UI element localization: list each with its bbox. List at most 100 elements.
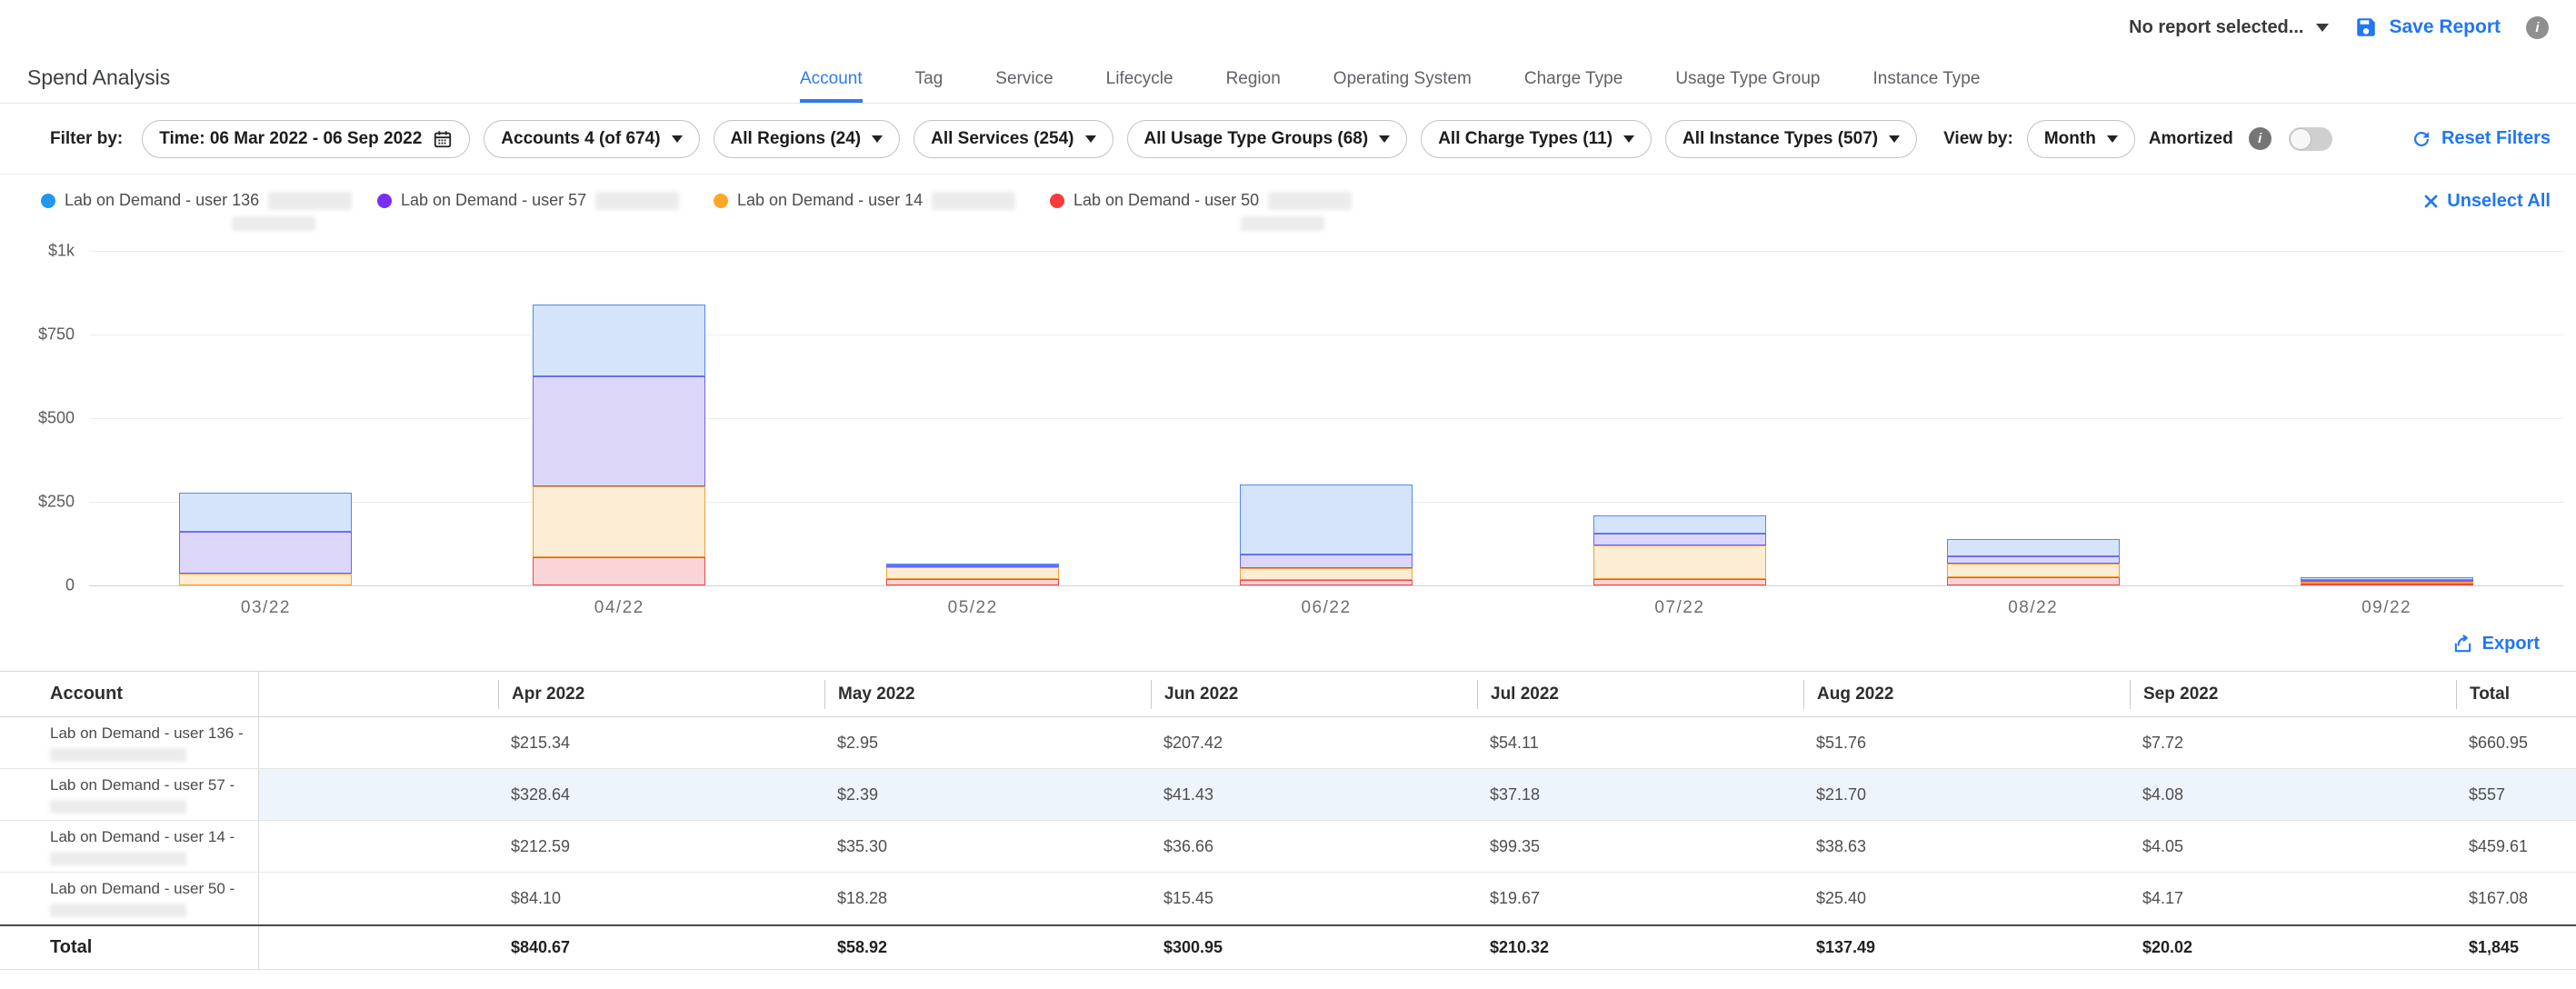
time-filter-pill[interactable]: Time: 06 Mar 2022 - 06 Sep 2022: [142, 120, 470, 158]
legend-label: Lab on Demand - user 136: [65, 191, 259, 210]
bar-segment-lab-on-demand-user-50[interactable]: [886, 579, 1059, 585]
export-button[interactable]: Export: [2452, 634, 2540, 654]
bar-segment-lab-on-demand-user-57[interactable]: [1947, 556, 2120, 564]
column-header-jun-2022: Jun 2022: [1151, 672, 1477, 716]
value-cell: $207.42: [1151, 734, 1477, 753]
save-report-button[interactable]: Save Report: [2354, 15, 2501, 39]
bar-07/22[interactable]: [1593, 515, 1766, 585]
bar-segment-lab-on-demand-user-50[interactable]: [1593, 579, 1766, 585]
bar-03/22[interactable]: [179, 493, 352, 585]
tab-region[interactable]: Region: [1226, 69, 1281, 103]
filter-pill-regions[interactable]: All Regions (24): [714, 120, 901, 158]
filter-pill-services[interactable]: All Services (254): [914, 120, 1113, 158]
legend-item[interactable]: Lab on Demand - user 57: [377, 191, 714, 210]
filter-bar: Filter by: Time: 06 Mar 2022 - 06 Sep 20…: [0, 104, 2576, 175]
tab-tag[interactable]: Tag: [915, 69, 944, 103]
bar-slot-08/22: [1856, 251, 2210, 585]
chevron-down-icon: [672, 135, 683, 143]
filter-pill-4[interactable]: Accounts 4 (of 674): [484, 120, 699, 158]
legend-item[interactable]: Lab on Demand - user 50: [1050, 191, 1386, 210]
bar-06/22[interactable]: [1240, 485, 1413, 585]
filter-pill-label: Accounts 4 (of 674): [501, 129, 660, 149]
account-name: Lab on Demand - user 14 -: [50, 827, 258, 846]
unselect-all-button[interactable]: Unselect All: [2422, 191, 2551, 212]
bar-segment-lab-on-demand-user-14[interactable]: [179, 574, 352, 585]
column-header-sep-2022: Sep 2022: [2130, 672, 2456, 716]
export-icon: [2452, 634, 2473, 654]
legend-item[interactable]: Lab on Demand - user 14: [714, 191, 1050, 210]
filter-pill-charge[interactable]: All Charge Types (11): [1421, 120, 1652, 158]
bar-segment-lab-on-demand-user-136[interactable]: [1947, 539, 2120, 556]
value-cell: $328.64: [498, 769, 824, 820]
tab-usage-type-group[interactable]: Usage Type Group: [1675, 69, 1820, 103]
filter-pills-group: Accounts 4 (of 674) All Regions (24) All S…: [484, 120, 1917, 158]
account-cell: Lab on Demand - user 57 -: [0, 769, 259, 820]
bar-segment-lab-on-demand-user-57[interactable]: [533, 376, 705, 486]
value-cell: $660.95: [2456, 734, 2576, 753]
tab-instance-type[interactable]: Instance Type: [1872, 69, 1980, 103]
bar-segment-lab-on-demand-user-136[interactable]: [179, 493, 352, 532]
chevron-down-icon: [1379, 135, 1390, 143]
chevron-down-icon: [1623, 135, 1634, 143]
close-icon: [2422, 193, 2440, 210]
bar-segment-lab-on-demand-user-50[interactable]: [533, 557, 705, 585]
bar-segment-lab-on-demand-user-57[interactable]: [1240, 554, 1413, 568]
bar-09/22[interactable]: [2301, 577, 2473, 585]
bar-segment-lab-on-demand-user-50[interactable]: [1947, 577, 2120, 585]
bar-segment-lab-on-demand-user-136[interactable]: [533, 305, 705, 376]
bar-segment-lab-on-demand-user-57[interactable]: [179, 532, 352, 574]
account-cell: Lab on Demand - user 14 -: [0, 821, 259, 872]
bar-04/22[interactable]: [533, 305, 705, 585]
gridline: [89, 585, 2563, 586]
bar-segment-lab-on-demand-user-14[interactable]: [1593, 545, 1766, 579]
save-icon: [2354, 15, 2378, 39]
bar-segment-lab-on-demand-user-14[interactable]: [886, 567, 1059, 579]
tab-account[interactable]: Account: [800, 69, 863, 103]
reset-filters-button[interactable]: Reset Filters: [2411, 128, 2551, 150]
value-cell: $4.17: [2130, 889, 2456, 908]
bar-segment-lab-on-demand-user-57[interactable]: [1593, 534, 1766, 546]
legend-item[interactable]: Lab on Demand - user 136: [41, 191, 377, 210]
page-title: Spend Analysis: [27, 65, 170, 90]
total-value-cell: $20.02: [2130, 938, 2456, 957]
bar-segment-lab-on-demand-user-136[interactable]: [1593, 515, 1766, 534]
amortized-info-icon[interactable]: i: [2249, 127, 2271, 150]
bar-segment-lab-on-demand-user-14[interactable]: [1240, 568, 1413, 580]
info-icon[interactable]: i: [2526, 16, 2549, 39]
column-header-label: Jul 2022: [1477, 680, 1559, 709]
value-cell: $84.10: [498, 889, 824, 908]
column-header-label: Aug 2022: [1803, 680, 1893, 709]
filter-pill-label: All Regions (24): [731, 129, 862, 149]
report-selector-dropdown[interactable]: No report selected...: [2129, 17, 2329, 38]
tab-lifecycle[interactable]: Lifecycle: [1106, 69, 1173, 103]
spend-bar-chart: $1k$750$500$250003/2204/2205/2206/2207/2…: [0, 244, 2576, 624]
bar-08/22[interactable]: [1947, 539, 2120, 585]
column-header-apr-2022: Apr 2022: [498, 672, 824, 716]
legend-label: Lab on Demand - user 57: [401, 191, 586, 210]
tab-service[interactable]: Service: [995, 69, 1053, 103]
legend-dot-icon: [1050, 194, 1064, 208]
legend-dot-icon: [377, 194, 392, 208]
bar-segment-lab-on-demand-user-14[interactable]: [1947, 564, 2120, 576]
bar-segment-lab-on-demand-user-50[interactable]: [1240, 580, 1413, 585]
legend-dot-icon: [714, 194, 728, 208]
account-cell: Lab on Demand - user 136 -: [0, 717, 259, 768]
account-cell: Lab on Demand - user 50 -: [0, 873, 259, 924]
tab-charge-type[interactable]: Charge Type: [1524, 69, 1622, 103]
top-report-bar: No report selected... Save Report i: [0, 0, 2576, 47]
bar-segment-lab-on-demand-user-50[interactable]: [2301, 584, 2473, 585]
redacted-text: [268, 192, 352, 210]
filter-pill-usage[interactable]: All Usage Type Groups (68): [1127, 120, 1408, 158]
view-by-dropdown[interactable]: Month: [2027, 120, 2135, 158]
account-name: Lab on Demand - user 50 -: [50, 879, 258, 898]
amortized-toggle[interactable]: [2289, 127, 2332, 151]
value-cell: $167.08: [2456, 889, 2576, 908]
bar-segment-lab-on-demand-user-136[interactable]: [1240, 485, 1413, 554]
table-row: Lab on Demand - user 14 -$212.59$35.30$3…: [0, 821, 2576, 873]
value-cell: $36.66: [1151, 837, 1477, 856]
redacted-text: [50, 748, 186, 762]
bar-05/22[interactable]: [886, 564, 1059, 585]
filter-pill-instance[interactable]: All Instance Types (507): [1665, 120, 1917, 158]
tab-operating-system[interactable]: Operating System: [1333, 69, 1472, 103]
bar-segment-lab-on-demand-user-14[interactable]: [533, 486, 705, 557]
